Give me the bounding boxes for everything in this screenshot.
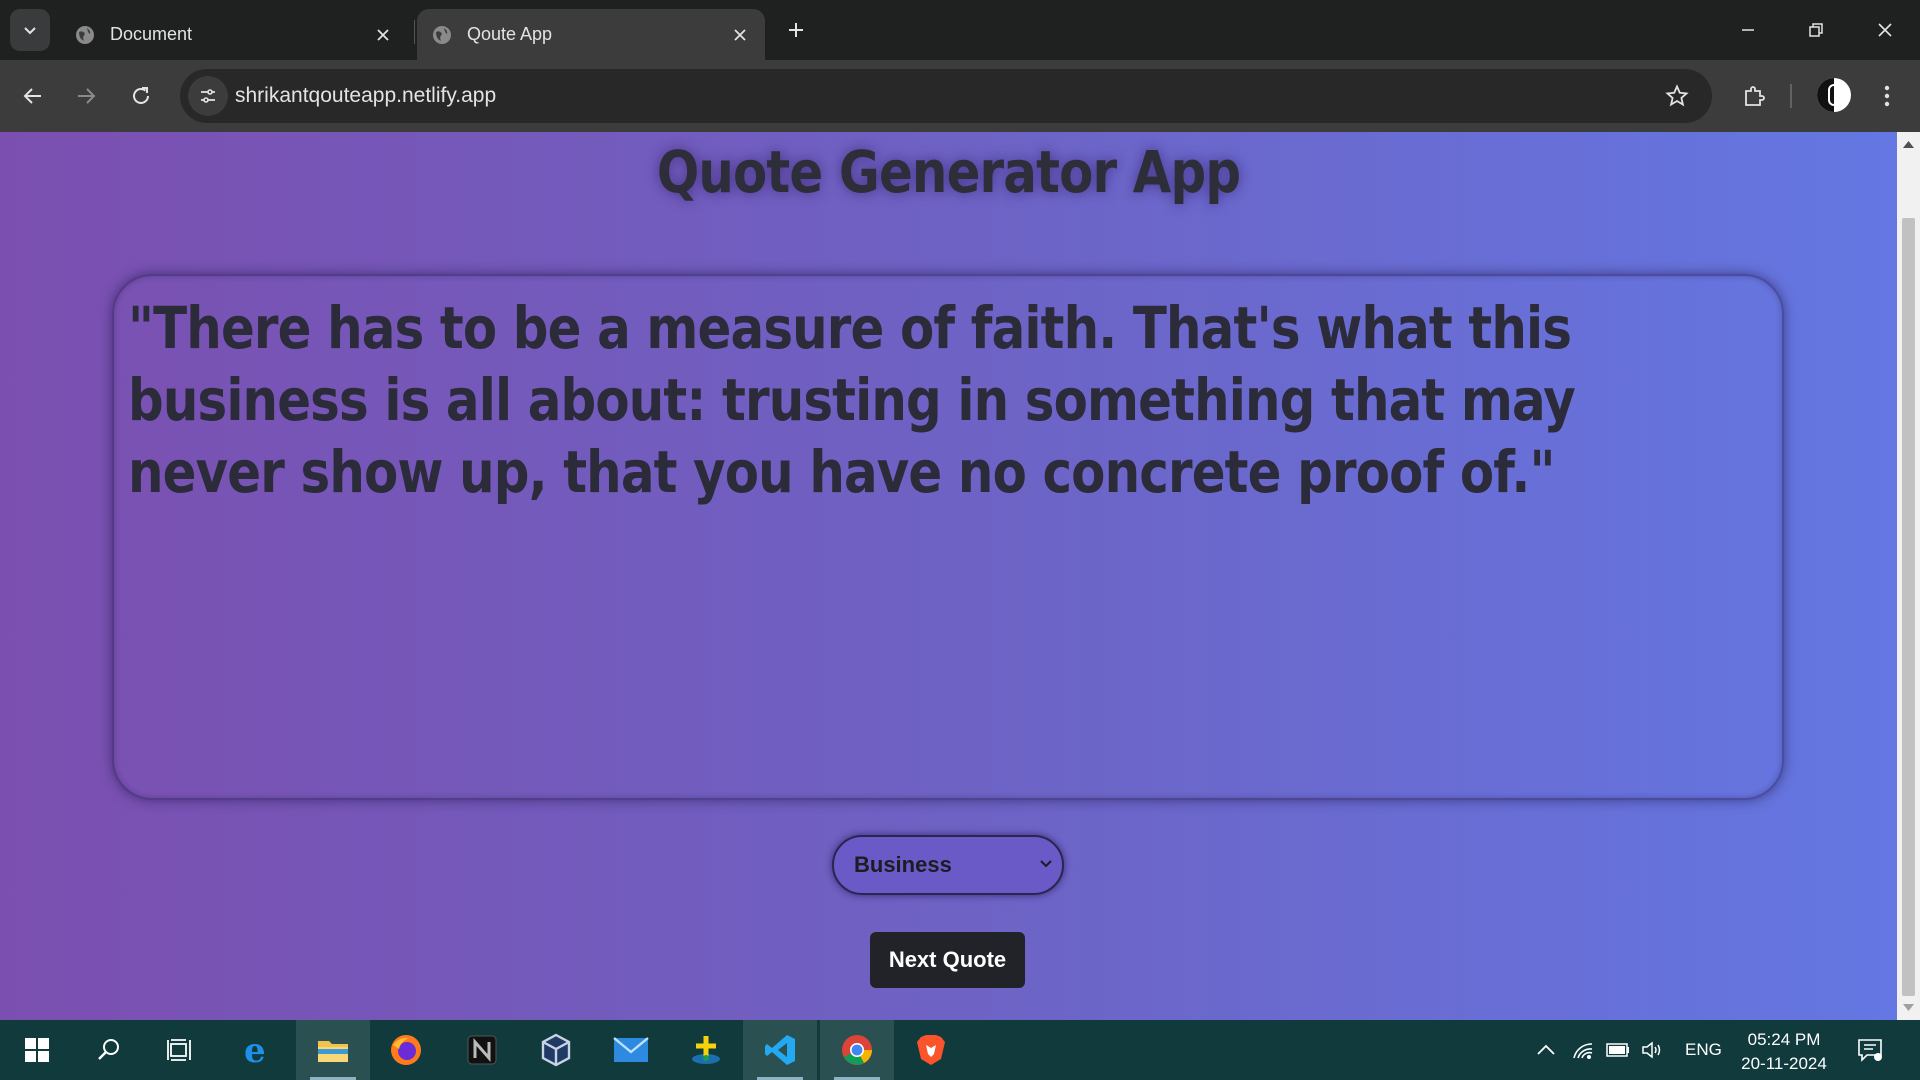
battery-status[interactable] [1605,1038,1631,1062]
chrome-app[interactable] [820,1020,894,1080]
app-icon [692,1036,720,1064]
taskbar: e ENG 05:24 PM 20-11-2024 [0,1020,1920,1080]
volume-control[interactable] [1640,1038,1666,1062]
arrow-left-icon [23,88,41,104]
network-status[interactable] [1570,1038,1596,1062]
notification-icon [1858,1039,1882,1062]
clock-date: 20-11-2024 [1741,1054,1827,1073]
language-indicator[interactable]: ENG [1685,1040,1722,1060]
search-button[interactable] [72,1020,146,1080]
quote-box: "There has to be a measure of faith. Tha… [112,274,1784,800]
bookmark-button[interactable] [1660,79,1694,113]
reload-icon [133,87,149,104]
address-bar[interactable]: shrikantqouteapp.netlify.app [180,69,1712,123]
close-window-button[interactable] [1860,10,1910,50]
tab-title: Qoute App [467,24,553,44]
site-info-button[interactable] [188,76,228,116]
task-view-icon [167,1039,191,1061]
notion-app[interactable] [445,1020,519,1080]
restore-icon [1809,23,1823,37]
chevron-down-icon [24,27,36,35]
minimize-button[interactable] [1723,10,1773,50]
toolbar-divider [1790,84,1792,108]
url-text[interactable]: shrikantqouteapp.netlify.app [235,84,496,108]
browser-toolbar: shrikantqouteapp.netlify.app [0,60,1920,132]
category-select[interactable]: Business [832,835,1064,895]
back-button[interactable] [13,76,53,116]
scroll-down-icon[interactable] [1903,1004,1914,1012]
tab-title: Document [110,24,193,44]
task-view-button[interactable] [143,1020,217,1080]
notion-icon [467,1035,497,1065]
speaker-icon [1642,1041,1661,1059]
clock[interactable]: 05:24 PM 20-11-2024 [1730,1028,1838,1076]
chevron-up-icon [1537,1044,1555,1055]
chrome-icon [842,1035,872,1065]
search-icon [98,1039,119,1060]
mail-app[interactable] [594,1020,668,1080]
tab-document[interactable]: Document [60,9,408,60]
close-icon[interactable] [725,28,755,42]
brave-app[interactable] [894,1020,968,1080]
page-viewport: Quote Generator App "There has to be a m… [0,132,1897,1020]
firefox-icon [391,1035,421,1065]
scroll-up-icon[interactable] [1903,140,1914,148]
tune-icon [201,89,215,103]
battery-icon [1606,1043,1629,1057]
page-scrollbar[interactable] [1897,132,1920,1020]
notification-center[interactable] [1857,1038,1883,1062]
close-icon [1878,23,1892,37]
windows-icon [25,1038,49,1062]
more-vert-icon [1884,85,1890,107]
restore-button[interactable] [1791,10,1841,50]
virtualbox-icon [541,1033,571,1067]
edge-icon: e [244,1034,266,1066]
star-icon [1665,84,1689,107]
mail-icon [613,1037,649,1062]
close-icon[interactable] [368,28,398,42]
reload-button[interactable] [121,76,161,116]
puzzle-icon [1745,86,1765,106]
profile-avatar[interactable] [1817,78,1851,112]
show-hidden-icons[interactable] [1533,1038,1559,1062]
tab-quote-app[interactable]: Qoute App [417,9,765,60]
quote-text: "There has to be a measure of faith. Tha… [128,294,1576,506]
globe-icon [431,24,453,46]
vscode-icon [765,1035,795,1065]
minimize-icon [1742,29,1754,31]
page-title: Quote Generator App [656,138,1241,206]
tab-search-button[interactable] [10,9,50,51]
category-select-value: Business [854,852,952,877]
globe-icon [74,24,96,46]
brave-icon [917,1035,945,1065]
tab-strip: Document Qoute App [0,0,1920,60]
plus-icon [789,23,803,37]
virtualbox-app[interactable] [519,1020,593,1080]
svg-text:e: e [244,1034,266,1066]
file-explorer-app[interactable] [296,1020,370,1080]
utility-app[interactable] [669,1020,743,1080]
start-button[interactable] [0,1020,74,1080]
arrow-right-icon [78,88,96,104]
file-explorer-icon [318,1041,348,1062]
new-tab-button[interactable] [780,14,812,46]
scrollbar-thumb[interactable] [1902,218,1915,996]
vscode-app[interactable] [743,1020,817,1080]
edge-app[interactable]: e [220,1020,294,1080]
chevron-down-icon [1040,860,1052,868]
wifi-icon [1573,1043,1593,1059]
next-quote-button[interactable]: Next Quote [870,932,1025,988]
extensions-button[interactable] [1734,76,1774,116]
clock-time: 05:24 PM [1747,1030,1821,1049]
tab-separator [414,20,415,44]
forward-button[interactable] [66,76,106,116]
menu-button[interactable] [1867,76,1907,116]
firefox-app[interactable] [369,1020,443,1080]
